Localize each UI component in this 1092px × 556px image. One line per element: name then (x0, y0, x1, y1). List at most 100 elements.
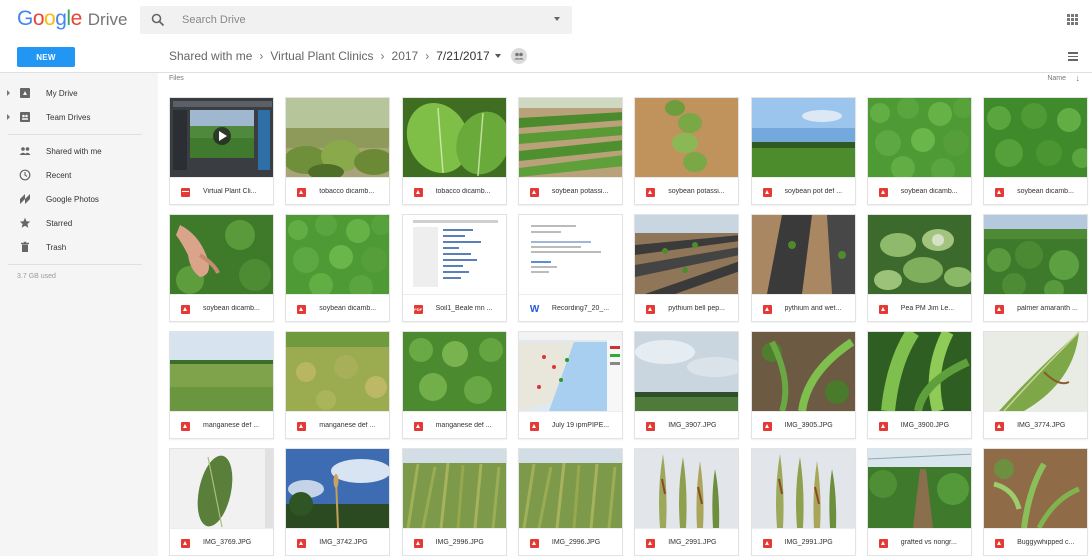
file-thumbnail[interactable] (286, 332, 390, 411)
file-caption[interactable]: July 19 ipmPIPE... (518, 411, 622, 438)
file-caption[interactable]: IMG_3900.JPG (867, 411, 971, 438)
file-card[interactable]: IMG_3907.JPG (634, 331, 740, 439)
sidebar-item-trash[interactable]: Trash (0, 236, 158, 258)
search-input[interactable] (182, 10, 542, 30)
file-caption[interactable]: tobacco dicamb... (286, 177, 390, 204)
file-caption[interactable]: W Recording7_20_... (518, 294, 622, 321)
file-caption[interactable]: tobacco dicamb... (402, 177, 506, 204)
file-thumbnail[interactable] (751, 332, 855, 411)
list-view-icon[interactable] (1068, 52, 1078, 61)
file-thumbnail[interactable] (984, 449, 1088, 528)
file-caption[interactable]: Pea PM Jim Le... (867, 294, 971, 321)
sort-direction-arrow-icon[interactable]: ↓ (1076, 73, 1081, 83)
file-caption[interactable]: Buggywhipped c... (984, 528, 1088, 555)
new-button[interactable]: NEW (17, 47, 75, 67)
sort-by-name-label[interactable]: Name (1047, 75, 1066, 82)
file-caption[interactable]: soybean dicamb... (286, 294, 390, 321)
file-card[interactable]: tobacco dicamb... (285, 97, 391, 205)
breadcrumb-virtual-plant-clinics[interactable]: Virtual Plant Clinics (270, 49, 373, 63)
file-thumbnail[interactable] (751, 449, 855, 528)
file-card[interactable]: pythium bell pep... (634, 214, 740, 322)
breadcrumb-shared-with-me[interactable]: Shared with me (169, 49, 252, 63)
file-card[interactable]: manganese def ... (401, 331, 507, 439)
file-card[interactable]: IMG_2991.JPG (634, 448, 740, 556)
file-thumbnail[interactable] (170, 449, 273, 528)
file-card[interactable]: IMG_2996.JPG (517, 448, 623, 556)
file-card[interactable]: IMG_2991.JPG (750, 448, 856, 556)
file-caption[interactable]: pythium and wet... (751, 294, 855, 321)
file-caption[interactable]: soybean potassi... (518, 177, 622, 204)
file-caption[interactable]: pythium bell pep... (635, 294, 739, 321)
file-card[interactable]: soybean dicamb... (983, 97, 1089, 205)
file-card[interactable]: Buggywhipped c... (983, 448, 1089, 556)
file-caption[interactable]: IMG_3769.JPG (170, 528, 273, 555)
sidebar-item-team-drives[interactable]: Team Drives (0, 106, 158, 128)
file-caption[interactable]: soybean dicamb... (867, 177, 971, 204)
file-thumbnail[interactable] (518, 98, 622, 177)
file-thumbnail[interactable] (286, 215, 390, 294)
file-card[interactable]: IMG_3905.JPG (750, 331, 856, 439)
file-thumbnail[interactable] (984, 215, 1088, 294)
search-options-caret-icon[interactable] (554, 17, 560, 21)
google-drive-logo[interactable]: Google Drive (17, 7, 127, 31)
shared-people-icon[interactable] (510, 48, 527, 64)
file-card[interactable]: tobacco dicamb... (401, 97, 507, 205)
file-thumbnail[interactable] (751, 215, 855, 294)
file-caption[interactable]: soybean dicamb... (984, 177, 1088, 204)
file-card[interactable]: W Recording7_20_... (517, 214, 623, 322)
file-card[interactable]: soybean potassi... (634, 97, 740, 205)
file-thumbnail[interactable] (635, 332, 739, 411)
file-card[interactable]: PDF Soil1_Beale mn ... (401, 214, 507, 322)
file-caption[interactable]: IMG_2996.JPG (518, 528, 622, 555)
file-caption[interactable]: IMG_3742.JPG (286, 528, 390, 555)
file-card[interactable]: IMG_3900.JPG (866, 331, 972, 439)
sidebar-item-my-drive[interactable]: My Drive (0, 82, 158, 104)
file-caption[interactable]: IMG_3907.JPG (635, 411, 739, 438)
file-card[interactable]: manganese def ... (285, 331, 391, 439)
file-caption[interactable]: PDF Soil1_Beale mn ... (402, 294, 506, 321)
file-thumbnail[interactable] (984, 332, 1088, 411)
file-thumbnail[interactable] (170, 215, 273, 294)
file-card[interactable]: Virtual Plant Cli... (169, 97, 274, 205)
sidebar-item-google-photos[interactable]: Google Photos (0, 188, 158, 210)
file-caption[interactable]: IMG_3905.JPG (751, 411, 855, 438)
file-thumbnail[interactable] (170, 332, 273, 411)
file-card[interactable]: July 19 ipmPIPE... (517, 331, 623, 439)
file-card[interactable]: soybean dicamb... (866, 97, 972, 205)
file-thumbnail[interactable] (751, 98, 855, 177)
file-card[interactable]: soybean pot def ... (750, 97, 856, 205)
file-caption[interactable]: palmer amaranth ... (984, 294, 1088, 321)
file-caption[interactable]: IMG_2991.JPG (635, 528, 739, 555)
file-card[interactable]: IMG_2996.JPG (401, 448, 507, 556)
breadcrumb-2017[interactable]: 2017 (392, 49, 419, 63)
file-thumbnail[interactable] (170, 98, 273, 177)
file-card[interactable]: soybean dicamb... (285, 214, 391, 322)
file-thumbnail[interactable] (635, 215, 739, 294)
file-thumbnail[interactable] (286, 98, 390, 177)
file-card[interactable]: soybean potassi... (517, 97, 623, 205)
sidebar-item-shared-with-me[interactable]: Shared with me (0, 140, 158, 162)
file-card[interactable]: IMG_3774.JPG (983, 331, 1089, 439)
file-thumbnail[interactable] (518, 332, 622, 411)
expand-arrow-icon[interactable] (7, 90, 10, 96)
file-caption[interactable]: Virtual Plant Cli... (170, 177, 273, 204)
file-card[interactable]: IMG_3742.JPG (285, 448, 391, 556)
file-card[interactable]: IMG_3769.JPG (169, 448, 274, 556)
file-card[interactable]: grafted vs nongr... (866, 448, 972, 556)
file-thumbnail[interactable] (635, 449, 739, 528)
apps-grid-icon[interactable] (1067, 14, 1078, 25)
file-caption[interactable]: soybean pot def ... (751, 177, 855, 204)
file-caption[interactable]: manganese def ... (286, 411, 390, 438)
storage-usage[interactable]: 3.7 GB used (17, 273, 56, 280)
file-thumbnail[interactable] (402, 98, 506, 177)
sidebar-item-recent[interactable]: Recent (0, 164, 158, 186)
expand-arrow-icon[interactable] (7, 114, 10, 120)
file-thumbnail[interactable] (867, 215, 971, 294)
file-thumbnail[interactable] (402, 449, 506, 528)
file-thumbnail[interactable] (984, 98, 1088, 177)
breadcrumb-current-folder[interactable]: 7/21/2017 (436, 49, 489, 63)
file-card[interactable]: palmer amaranth ... (983, 214, 1089, 322)
file-caption[interactable]: IMG_2991.JPG (751, 528, 855, 555)
file-thumbnail[interactable] (867, 449, 971, 528)
file-thumbnail[interactable] (635, 98, 739, 177)
